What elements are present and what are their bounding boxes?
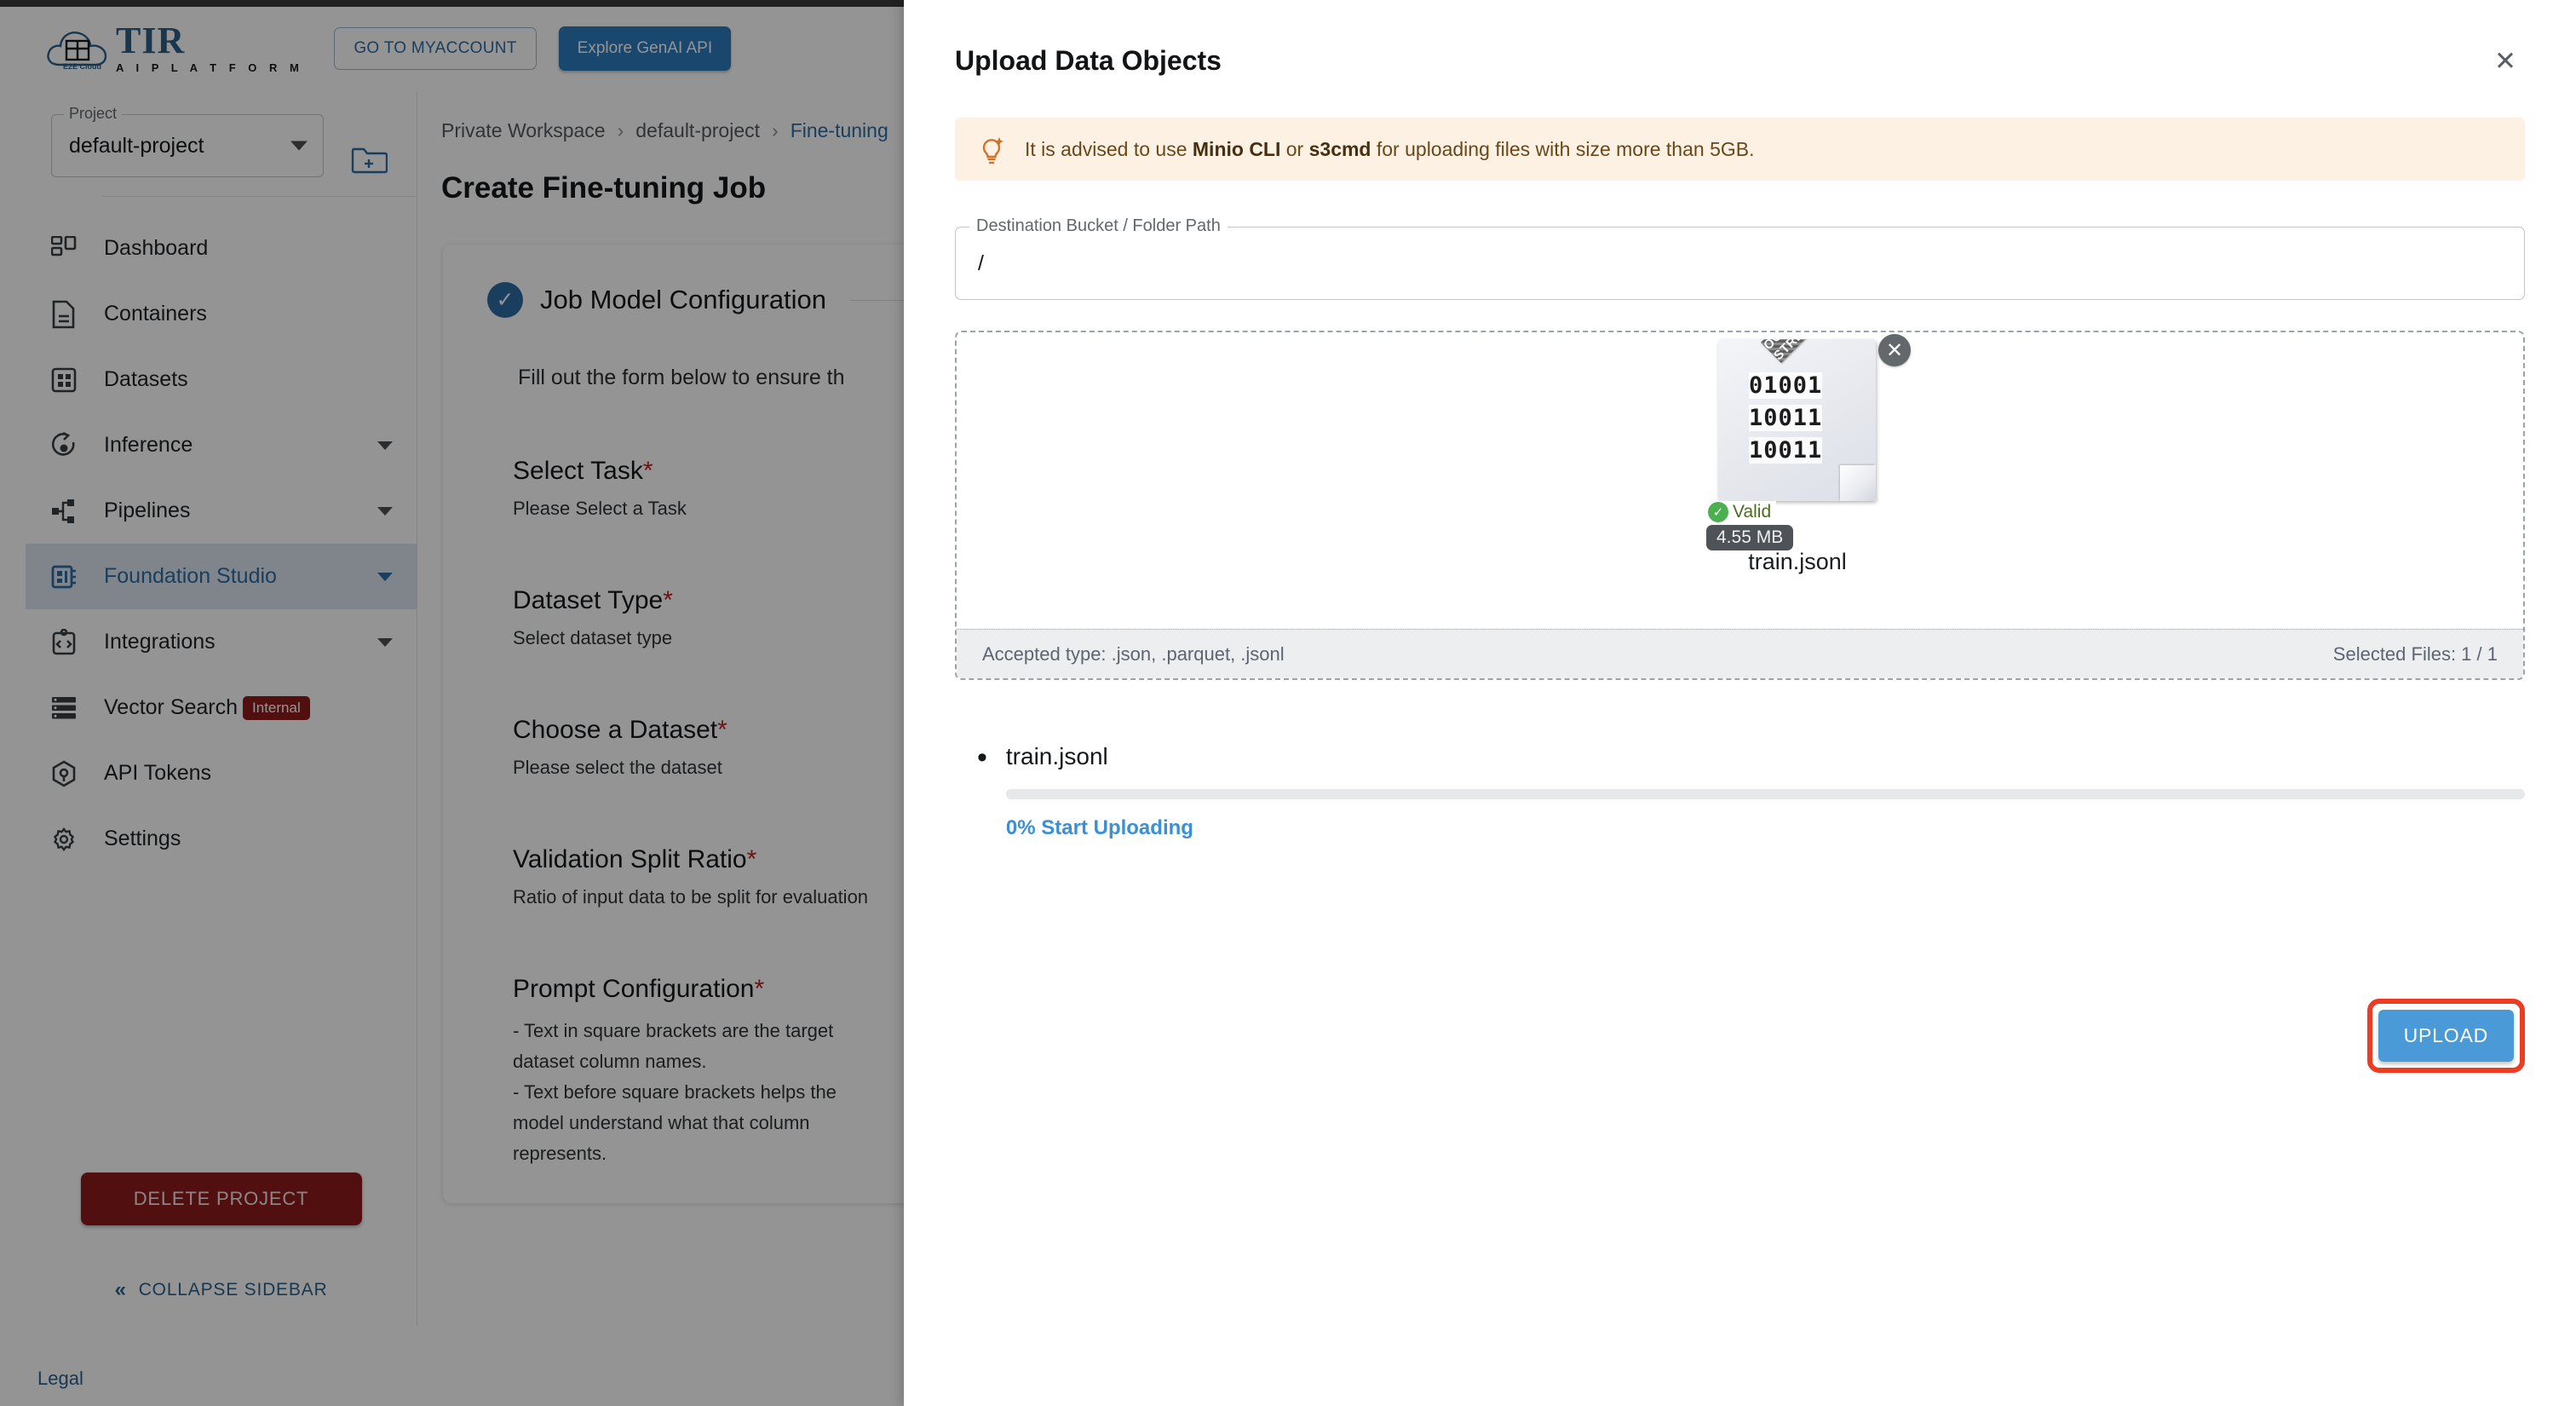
dropzone-body: OCTET-STREAM 01001 10011 10011 ✓ Valid 4… <box>957 332 2523 631</box>
upload-button-highlight: UPLOAD <box>2366 999 2525 1073</box>
binary-graphic: 01001 10011 10011 <box>1749 370 1868 467</box>
octet-stream-ribbon: OCTET-STREAM <box>1761 339 1855 364</box>
modal-actions: UPLOAD <box>2366 999 2525 1073</box>
upload-file-name: train.jsonl <box>1005 743 1108 769</box>
file-name-label: train.jsonl <box>1748 549 1847 574</box>
binary-line: 01001 <box>1749 372 1823 399</box>
file-dropzone[interactable]: OCTET-STREAM 01001 10011 10011 ✓ Valid 4… <box>955 331 2525 680</box>
close-icon[interactable]: ✕ <box>2486 41 2525 80</box>
valid-badge: ✓ Valid <box>1706 501 1777 523</box>
lightbulb-icon <box>977 133 1006 165</box>
destination-path-label: Destination Bucket / Folder Path <box>969 216 1228 236</box>
destination-path-input[interactable]: Destination Bucket / Folder Path / <box>955 216 2525 300</box>
remove-file-icon[interactable]: ✕ <box>1878 334 1911 366</box>
upload-button[interactable]: UPLOAD <box>2378 1010 2514 1062</box>
selected-files-count: Selected Files: 1 / 1 <box>2332 642 2498 665</box>
list-item: • train.jsonl 0% Start Uploading <box>977 743 2525 840</box>
modal-header: Upload Data Objects ✕ <box>955 0 2525 80</box>
upload-progress-bar <box>1005 789 2525 799</box>
dropzone-footer: Accepted type: .json, .parquet, .jsonl S… <box>957 629 2523 678</box>
binary-line: 10011 <box>1749 405 1823 431</box>
destination-path-value: / <box>978 251 984 275</box>
upload-data-objects-modal: Upload Data Objects ✕ It is advised to u… <box>904 0 2576 1406</box>
modal-title: Upload Data Objects <box>955 44 1222 76</box>
advisory-banner: It is advised to use Minio CLI or s3cmd … <box>955 118 2525 181</box>
upload-list: • train.jsonl 0% Start Uploading <box>955 743 2525 840</box>
file-size-badge: 4.55 MB <box>1706 525 1794 550</box>
file-thumbnail: OCTET-STREAM 01001 10011 10011 ✓ Valid 4… <box>1682 334 1912 607</box>
binary-line: 10011 <box>1749 437 1823 464</box>
accepted-types-label: Accepted type: .json, .parquet, .jsonl <box>982 642 1285 665</box>
advisory-text: It is advised to use Minio CLI or s3cmd … <box>1025 137 1755 160</box>
bullet-icon: • <box>977 741 987 774</box>
check-circle-icon: ✓ <box>1708 502 1728 522</box>
valid-label: Valid <box>1733 502 1772 521</box>
start-uploading-link[interactable]: 0% Start Uploading <box>1006 816 2525 840</box>
